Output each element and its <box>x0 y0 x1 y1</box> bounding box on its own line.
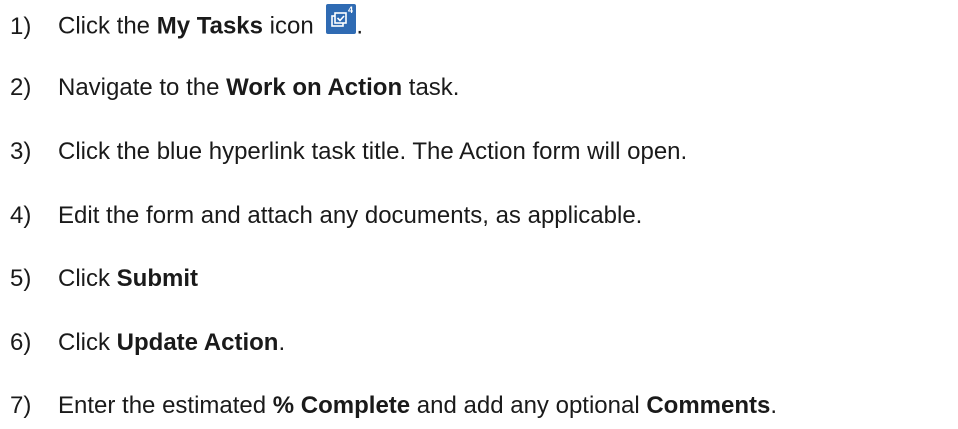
step-number: 5) <box>10 265 32 292</box>
step-emphasis: Work on Action <box>226 74 403 101</box>
step-item: 2) Navigate to the Work on Action task. <box>10 68 459 108</box>
step-number: 4) <box>10 202 32 229</box>
step-emphasis: My Tasks <box>156 12 263 40</box>
step-text: Edit the form and attach any documents, … <box>58 202 642 230</box>
step-text-fragment: . <box>770 392 778 419</box>
step-number: 6) <box>10 329 32 356</box>
step-text: Click the blue hyperlink task title. The… <box>58 138 687 166</box>
step-number: 1) <box>10 13 32 40</box>
my-tasks-icon[interactable]: 4 <box>326 4 357 34</box>
step-number: 2) <box>10 74 32 101</box>
step-text-fragment: Click <box>58 265 117 292</box>
step-number: 3) <box>10 138 32 165</box>
step-text-fragment: Click the blue hyperlink task title. The… <box>58 138 688 165</box>
step-text: Click Submit <box>58 265 198 293</box>
step-text-fragment: Edit the form and attach any documents, … <box>58 202 643 229</box>
step-text-fragment: and add any optional <box>410 392 647 419</box>
step-text: Navigate to the Work on Action task. <box>58 74 459 102</box>
step-item: 3) Click the blue hyperlink task title. T… <box>10 132 687 172</box>
step-item: 4) Edit the form and attach any documents… <box>10 196 642 236</box>
step-text-fragment: Enter the estimated <box>58 392 273 419</box>
step-text: Click the My Tasks icon 4. <box>58 4 364 42</box>
step-text-fragment: task. <box>402 74 460 101</box>
step-emphasis: Update Action <box>116 329 279 356</box>
step-item: 1) Click the My Tasks icon 4. <box>10 4 364 47</box>
step-emphasis: Comments <box>646 392 771 419</box>
my-tasks-badge: 4 <box>348 5 353 15</box>
step-item: 6) Click Update Action. <box>10 323 285 363</box>
step-text: Enter the estimated % Complete and add a… <box>58 392 777 420</box>
step-number: 7) <box>10 392 32 419</box>
step-item: 5) Click Submit <box>10 259 198 299</box>
step-emphasis: Submit <box>116 265 198 292</box>
step-text-fragment: icon <box>262 12 321 40</box>
step-item: 7) Enter the estimated % Complete and add… <box>10 386 777 426</box>
step-text-fragment: Click <box>58 329 117 356</box>
step-text-fragment: . <box>278 329 286 356</box>
step-text-fragment: . <box>356 12 364 40</box>
step-text: Click Update Action. <box>58 329 285 357</box>
step-text-fragment: Click the <box>58 12 157 40</box>
step-text-fragment: Navigate to the <box>58 74 227 101</box>
step-emphasis: % Complete <box>272 392 411 419</box>
